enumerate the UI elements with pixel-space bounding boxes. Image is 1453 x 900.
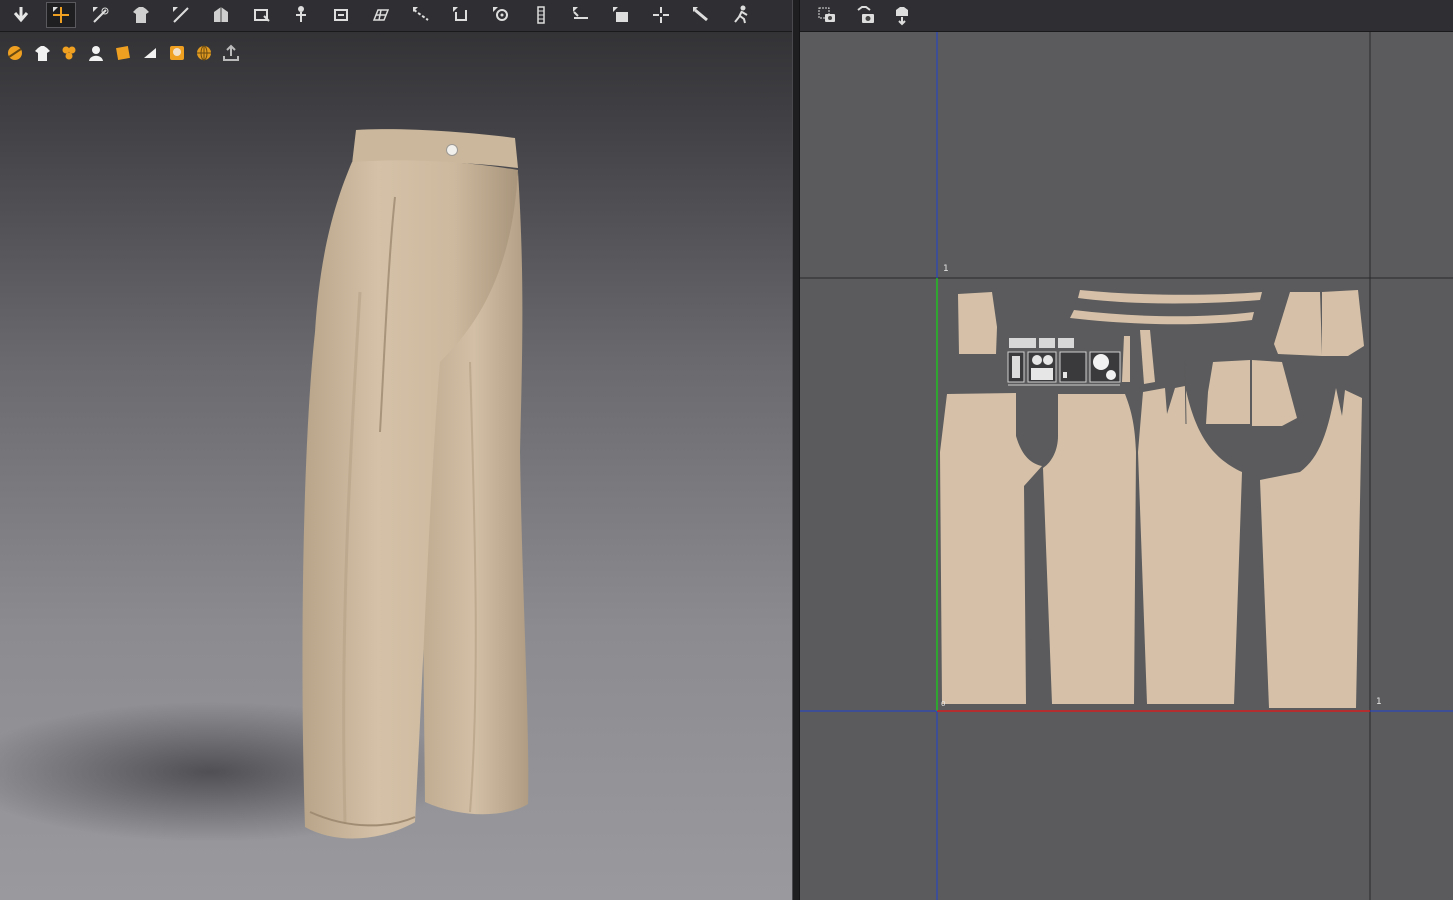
snapshot-2d-button[interactable] bbox=[812, 2, 842, 28]
walk-pose-button[interactable] bbox=[726, 2, 756, 28]
trim-small-mark bbox=[1063, 372, 1067, 378]
pattern-piece-loop[interactable] bbox=[1122, 336, 1130, 382]
select-mesh-icon bbox=[93, 7, 109, 23]
snapshot-3d-icon bbox=[857, 6, 874, 23]
trim-hook-base bbox=[1031, 368, 1053, 380]
seam-line-icon bbox=[413, 7, 429, 21]
avatar-measure-icon bbox=[296, 6, 306, 22]
pattern-piece-yoke-left[interactable] bbox=[1274, 292, 1322, 356]
3d-garment-view[interactable] bbox=[0, 32, 792, 900]
2d-pattern-pane[interactable]: 1 1 0 bbox=[800, 0, 1453, 900]
uv-editor-view[interactable]: 1 1 0 bbox=[800, 32, 1453, 900]
simulation-down-arrow-button[interactable] bbox=[6, 2, 36, 28]
trim-label-2 bbox=[1039, 338, 1055, 348]
draw-line-icon bbox=[173, 7, 189, 23]
trim-zipper bbox=[1012, 356, 1020, 378]
tack-icon bbox=[334, 9, 348, 21]
draw-line-button[interactable] bbox=[166, 2, 196, 28]
2d-toolbar bbox=[800, 0, 1453, 32]
wide-leg-trousers-model[interactable] bbox=[0, 32, 792, 900]
grid-mesh-button[interactable] bbox=[366, 2, 396, 28]
pin-cloth-button[interactable] bbox=[646, 2, 676, 28]
grid-mesh-icon bbox=[372, 9, 390, 21]
snapshot-3d-button[interactable] bbox=[850, 2, 880, 28]
pattern-piece-front-leg-right[interactable] bbox=[1043, 394, 1136, 704]
trim-button-small bbox=[1106, 370, 1116, 380]
tack-button[interactable] bbox=[326, 2, 356, 28]
zipper-icon bbox=[537, 6, 545, 24]
trim-label-3 bbox=[1058, 338, 1074, 348]
garment-shirt-button[interactable] bbox=[126, 2, 156, 28]
snapshot-2d-icon bbox=[818, 7, 835, 22]
pin-icon bbox=[254, 9, 270, 22]
pattern-piece-back-leg-right[interactable] bbox=[1260, 388, 1362, 708]
fold-arrangement-button[interactable] bbox=[206, 2, 236, 28]
seam-line-button[interactable] bbox=[406, 2, 436, 28]
pattern-piece-pocket-left[interactable] bbox=[958, 292, 997, 354]
pattern-piece-pocket-bag-left[interactable] bbox=[1206, 360, 1250, 424]
trim-hook-1 bbox=[1032, 355, 1042, 365]
trims-area bbox=[1007, 338, 1121, 386]
pin-button[interactable] bbox=[246, 2, 276, 28]
pattern-piece-fly[interactable] bbox=[1140, 330, 1155, 384]
pattern-pieces bbox=[940, 290, 1364, 708]
fabric-stretch-button[interactable] bbox=[606, 2, 636, 28]
arrange-pieces-icon bbox=[896, 7, 908, 26]
select-mesh-button[interactable] bbox=[86, 2, 116, 28]
strengthen-icon bbox=[693, 7, 708, 22]
3d-viewport-pane[interactable] bbox=[0, 0, 792, 900]
pattern-piece-front-leg-left[interactable] bbox=[940, 393, 1042, 704]
pattern-piece-waistband-1[interactable] bbox=[1078, 290, 1262, 304]
move-transform-icon bbox=[53, 7, 69, 23]
hook-tool-button[interactable] bbox=[446, 2, 476, 28]
pattern-piece-back-leg-left[interactable] bbox=[1138, 386, 1242, 704]
uv-layout[interactable] bbox=[800, 32, 1453, 900]
3d-toolbar bbox=[0, 0, 792, 32]
simulation-down-arrow-icon bbox=[13, 7, 29, 23]
fold-arrangement-icon bbox=[214, 7, 228, 22]
walk-pose-icon bbox=[734, 5, 748, 24]
pattern-piece-waistband-2[interactable] bbox=[1070, 310, 1254, 325]
waist-button[interactable] bbox=[446, 144, 458, 156]
button-tool-icon bbox=[493, 7, 508, 21]
trim-label-1 bbox=[1009, 338, 1036, 348]
uv-label-top-left: 1 bbox=[943, 264, 949, 274]
move-transform-button[interactable] bbox=[46, 2, 76, 28]
pin-cloth-icon bbox=[653, 7, 669, 23]
uv-label-bottom-right: 1 bbox=[1376, 697, 1382, 707]
arrange-pieces-button[interactable] bbox=[888, 2, 918, 28]
zipper-button[interactable] bbox=[526, 2, 556, 28]
button-tool-button[interactable] bbox=[486, 2, 516, 28]
trim-button-large bbox=[1093, 354, 1109, 370]
avatar-measure-button[interactable] bbox=[286, 2, 316, 28]
pattern-piece-pocket-bag-right[interactable] bbox=[1252, 360, 1297, 426]
uv-label-origin: 0 bbox=[941, 700, 946, 708]
trim-hook-2 bbox=[1043, 355, 1053, 365]
garment-shirt-icon bbox=[133, 7, 149, 23]
pane-divider[interactable] bbox=[792, 0, 800, 900]
elastic-icon bbox=[573, 7, 588, 19]
elastic-button[interactable] bbox=[566, 2, 596, 28]
strengthen-button[interactable] bbox=[686, 2, 716, 28]
pattern-piece-yoke-right[interactable] bbox=[1322, 290, 1364, 356]
fabric-stretch-icon bbox=[613, 7, 628, 22]
hook-tool-icon bbox=[453, 7, 467, 21]
